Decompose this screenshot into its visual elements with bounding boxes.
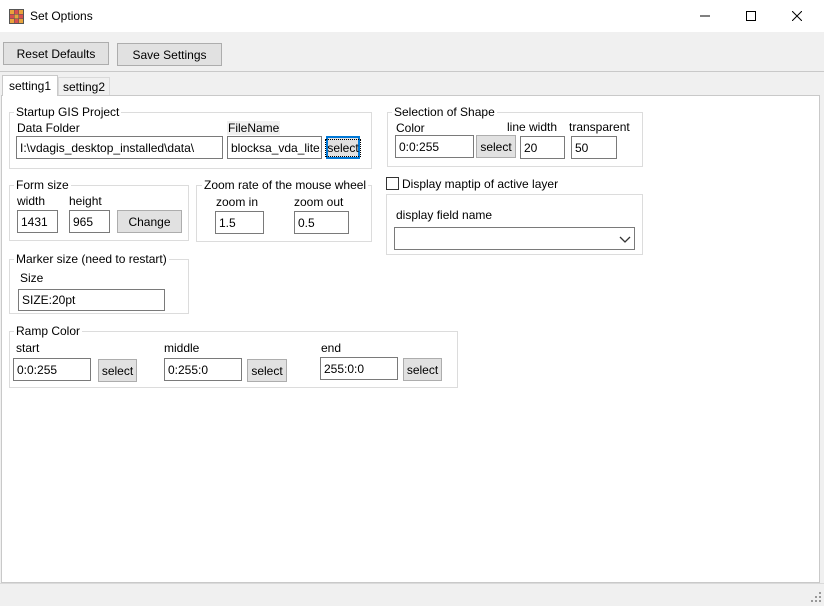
width-input[interactable]: 1431 [17,210,58,233]
ramp-end-label: end [321,341,342,355]
tab-setting1[interactable]: setting1 [2,75,58,96]
ramp-start-select-button[interactable]: select [98,359,137,382]
title-bar: Set Options [0,0,824,32]
zoom-out-label: zoom out [294,195,344,209]
minimize-icon [700,15,710,17]
ramp-middle-label: middle [164,341,200,355]
ramp-middle-input[interactable]: 0:255:0 [164,358,242,381]
height-label: height [69,194,102,208]
marker-size-label: Size [20,271,44,285]
tab-setting2[interactable]: setting2 [58,77,110,95]
ramp-middle-select-button[interactable]: select [247,359,287,382]
data-folder-input[interactable]: I:\vdagis_desktop_installed\data\ [16,136,223,159]
form-size-legend: Form size [14,178,71,192]
line-width-input[interactable]: 20 [520,136,565,159]
startup-legend: Startup GIS Project [14,105,122,119]
ramp-end-select-button[interactable]: select [403,358,442,381]
status-bar [0,583,824,605]
shape-color-input[interactable]: 0:0:255 [395,135,474,158]
close-button[interactable] [774,0,820,32]
data-folder-label: Data Folder [17,121,80,135]
minimize-button[interactable] [682,0,728,32]
reset-defaults-button[interactable]: Reset Defaults [3,42,109,65]
window-title: Set Options [30,9,93,23]
maptip-checkbox[interactable] [386,177,399,190]
zoom-legend: Zoom rate of the mouse wheel [202,178,369,192]
maximize-icon [746,11,756,21]
marker-size-input[interactable]: SIZE:20pt [18,289,165,311]
close-icon [792,11,802,21]
zoom-in-label: zoom in [216,195,259,209]
transparent-input[interactable]: 50 [571,136,617,159]
shape-legend: Selection of Shape [392,105,497,119]
display-field-label: display field name [396,208,493,222]
startup-select-label: select [325,138,361,157]
app-grid-icon [9,9,24,24]
display-field-select[interactable] [394,227,635,250]
marker-legend: Marker size (need to restart) [14,252,169,266]
transparent-label: transparent [569,120,630,134]
maximize-button[interactable] [728,0,774,32]
ramp-end-input[interactable]: 255:0:0 [320,357,398,380]
ramp-start-label: start [16,341,40,355]
height-input[interactable]: 965 [69,210,110,233]
zoom-in-input[interactable]: 1.5 [215,211,264,234]
zoom-out-input[interactable]: 0.5 [294,211,349,234]
startup-select-button[interactable]: select [325,136,361,159]
resize-grip-icon[interactable] [810,591,822,603]
color-label: Color [396,121,425,135]
save-settings-button[interactable]: Save Settings [117,43,222,66]
line-width-label: line width [507,120,558,134]
ramp-legend: Ramp Color [14,324,83,338]
width-label: width [17,194,46,208]
filename-input[interactable]: blocksa_vda_lite. [227,136,322,159]
ramp-start-input[interactable]: 0:0:255 [13,358,91,381]
maptip-checkbox-label[interactable]: Display maptip of active layer [402,177,558,191]
change-size-button[interactable]: Change [117,210,182,233]
filename-label: FileName [227,121,281,135]
shape-color-select-button[interactable]: select [476,135,516,158]
chevron-down-icon[interactable] [619,233,631,243]
